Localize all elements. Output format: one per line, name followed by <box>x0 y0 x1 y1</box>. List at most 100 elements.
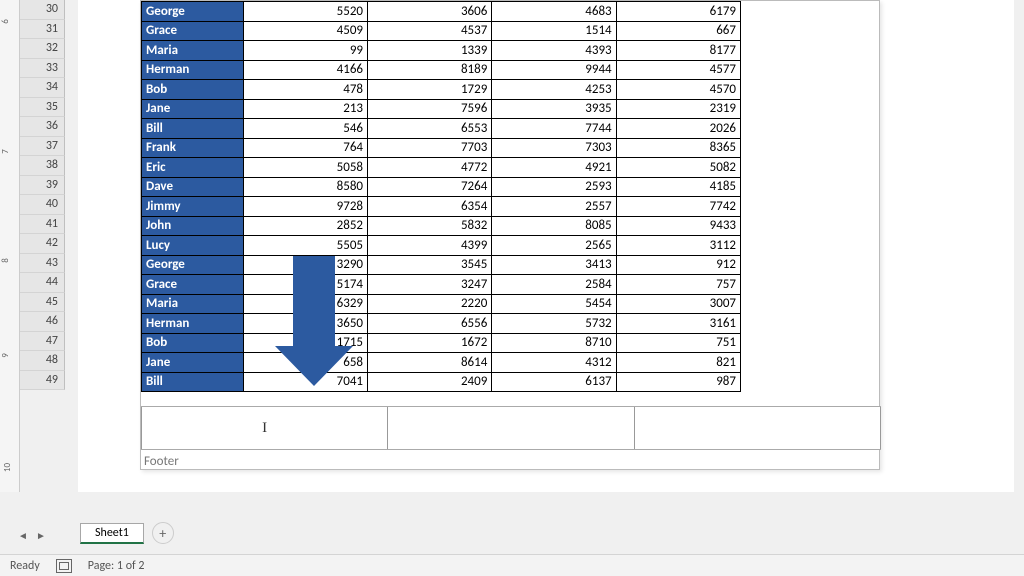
name-cell[interactable]: George <box>142 255 244 275</box>
value-cell[interactable]: 6137 <box>492 372 616 392</box>
value-cell[interactable]: 9944 <box>492 60 616 80</box>
name-cell[interactable]: Bob <box>142 80 244 100</box>
footer-right[interactable] <box>634 407 881 449</box>
value-cell[interactable]: 5174 <box>243 275 367 295</box>
value-cell[interactable]: 4537 <box>368 21 492 41</box>
scroll-left-icon[interactable]: ◄ <box>14 526 32 544</box>
table-row[interactable]: Grace517432472584757 <box>142 275 741 295</box>
value-cell[interactable]: 5832 <box>368 216 492 236</box>
value-cell[interactable]: 478 <box>243 80 367 100</box>
name-cell[interactable]: Grace <box>142 275 244 295</box>
value-cell[interactable]: 1672 <box>368 333 492 353</box>
name-cell[interactable]: Herman <box>142 60 244 80</box>
name-cell[interactable]: George <box>142 2 244 22</box>
value-cell[interactable]: 2026 <box>616 119 740 139</box>
value-cell[interactable]: 9728 <box>243 197 367 217</box>
row-header[interactable]: 38 <box>20 156 65 176</box>
row-header[interactable]: 36 <box>20 117 65 137</box>
table-row[interactable]: Jimmy9728635425577742 <box>142 197 741 217</box>
row-header[interactable]: 44 <box>20 273 65 293</box>
value-cell[interactable]: 7303 <box>492 138 616 158</box>
value-cell[interactable]: 5520 <box>243 2 367 22</box>
value-cell[interactable]: 821 <box>616 353 740 373</box>
name-cell[interactable]: John <box>142 216 244 236</box>
value-cell[interactable]: 4509 <box>243 21 367 41</box>
value-cell[interactable]: 1514 <box>492 21 616 41</box>
table-row[interactable]: Bob171516728710751 <box>142 333 741 353</box>
value-cell[interactable]: 7744 <box>492 119 616 139</box>
value-cell[interactable]: 1339 <box>368 41 492 61</box>
name-cell[interactable]: Lucy <box>142 236 244 256</box>
value-cell[interactable]: 8710 <box>492 333 616 353</box>
row-header[interactable]: 45 <box>20 293 65 313</box>
name-cell[interactable]: Dave <box>142 177 244 197</box>
row-header[interactable]: 42 <box>20 234 65 254</box>
table-row[interactable]: Maria6329222054543007 <box>142 294 741 314</box>
table-row[interactable]: Frank764770373038365 <box>142 138 741 158</box>
value-cell[interactable]: 987 <box>616 372 740 392</box>
value-cell[interactable]: 2557 <box>492 197 616 217</box>
value-cell[interactable]: 3161 <box>616 314 740 334</box>
value-cell[interactable]: 4253 <box>492 80 616 100</box>
value-cell[interactable]: 2220 <box>368 294 492 314</box>
value-cell[interactable]: 667 <box>616 21 740 41</box>
value-cell[interactable]: 4921 <box>492 158 616 178</box>
name-cell[interactable]: Maria <box>142 41 244 61</box>
value-cell[interactable]: 7264 <box>368 177 492 197</box>
value-cell[interactable]: 3606 <box>368 2 492 22</box>
value-cell[interactable]: 4166 <box>243 60 367 80</box>
value-cell[interactable]: 4185 <box>616 177 740 197</box>
name-cell[interactable]: Jane <box>142 99 244 119</box>
value-cell[interactable]: 751 <box>616 333 740 353</box>
name-cell[interactable]: Jane <box>142 353 244 373</box>
row-header[interactable]: 37 <box>20 137 65 157</box>
row-header[interactable]: 39 <box>20 176 65 196</box>
row-header[interactable]: 34 <box>20 78 65 98</box>
value-cell[interactable]: 4312 <box>492 353 616 373</box>
table-row[interactable]: Lucy5505439925653112 <box>142 236 741 256</box>
value-cell[interactable]: 2593 <box>492 177 616 197</box>
table-row[interactable]: John2852583280859433 <box>142 216 741 236</box>
sheet-tab-active[interactable]: Sheet1 <box>80 523 144 544</box>
value-cell[interactable]: 5454 <box>492 294 616 314</box>
row-header[interactable]: 40 <box>20 195 65 215</box>
footer-left[interactable]: I <box>141 407 388 449</box>
value-cell[interactable]: 7703 <box>368 138 492 158</box>
name-cell[interactable]: Herman <box>142 314 244 334</box>
value-cell[interactable]: 6329 <box>243 294 367 314</box>
record-macro-icon[interactable] <box>56 559 72 573</box>
value-cell[interactable]: 5082 <box>616 158 740 178</box>
value-cell[interactable]: 5058 <box>243 158 367 178</box>
value-cell[interactable]: 6179 <box>616 2 740 22</box>
value-cell[interactable]: 3935 <box>492 99 616 119</box>
value-cell[interactable]: 3413 <box>492 255 616 275</box>
value-cell[interactable]: 2852 <box>243 216 367 236</box>
value-cell[interactable]: 6354 <box>368 197 492 217</box>
table-row[interactable]: Bill546655377442026 <box>142 119 741 139</box>
row-header[interactable]: 33 <box>20 59 65 79</box>
row-header[interactable]: 43 <box>20 254 65 274</box>
value-cell[interactable]: 5505 <box>243 236 367 256</box>
value-cell[interactable]: 8189 <box>368 60 492 80</box>
value-cell[interactable]: 213 <box>243 99 367 119</box>
row-header[interactable]: 47 <box>20 332 65 352</box>
value-cell[interactable]: 2565 <box>492 236 616 256</box>
table-row[interactable]: Eric5058477249215082 <box>142 158 741 178</box>
name-cell[interactable]: Jimmy <box>142 197 244 217</box>
name-cell[interactable]: Bill <box>142 372 244 392</box>
value-cell[interactable]: 7041 <box>243 372 367 392</box>
value-cell[interactable]: 2409 <box>368 372 492 392</box>
table-row[interactable]: Jane65886144312821 <box>142 353 741 373</box>
name-cell[interactable]: Frank <box>142 138 244 158</box>
value-cell[interactable]: 757 <box>616 275 740 295</box>
row-header[interactable]: 46 <box>20 312 65 332</box>
table-row[interactable]: Maria99133943938177 <box>142 41 741 61</box>
row-header[interactable]: 30 <box>20 0 65 20</box>
table-row[interactable]: Bob478172942534570 <box>142 80 741 100</box>
value-cell[interactable]: 912 <box>616 255 740 275</box>
table-row[interactable]: Herman4166818999444577 <box>142 60 741 80</box>
value-cell[interactable]: 3112 <box>616 236 740 256</box>
value-cell[interactable]: 546 <box>243 119 367 139</box>
value-cell[interactable]: 1715 <box>243 333 367 353</box>
table-row[interactable]: Dave8580726425934185 <box>142 177 741 197</box>
